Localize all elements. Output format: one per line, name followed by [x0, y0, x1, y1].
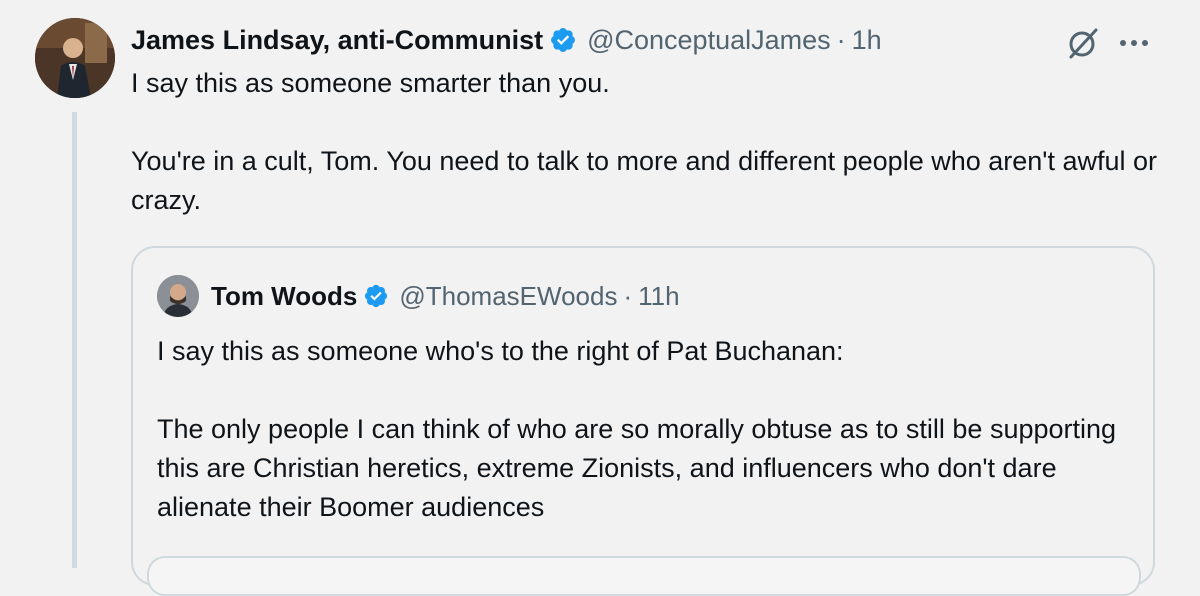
- tweet: James Lindsay, anti-Communist @Conceptua…: [0, 0, 1200, 596]
- quote-header: Tom Woods @ThomasEWoods · 11h: [157, 275, 680, 317]
- post-paragraph: I say this as someone smarter than you.: [131, 68, 610, 98]
- quote-author-avatar: [157, 275, 199, 317]
- quote-paragraph: I say this as someone who's to the right…: [157, 336, 844, 366]
- author-handle[interactable]: @ConceptualJames: [587, 25, 831, 56]
- quote-text: I say this as someone who's to the right…: [157, 332, 1137, 527]
- quote-media-card[interactable]: [147, 556, 1141, 596]
- author-avatar-image: [35, 18, 115, 98]
- separator-dot: ·: [623, 280, 633, 311]
- verified-badge-icon: [549, 26, 577, 54]
- author-avatar[interactable]: [35, 18, 115, 98]
- grok-icon[interactable]: [1066, 26, 1100, 60]
- more-icon[interactable]: [1114, 26, 1154, 60]
- post-paragraph: You're in a cult, Tom. You need to talk …: [131, 146, 1157, 215]
- quote-time: 11h: [638, 280, 680, 311]
- author-name[interactable]: James Lindsay, anti-Communist: [131, 25, 543, 56]
- separator-dot: ·: [836, 24, 846, 55]
- thread-line: [72, 112, 77, 568]
- verified-badge-icon: [363, 283, 389, 309]
- quoted-tweet[interactable]: Tom Woods @ThomasEWoods · 11h I say this…: [131, 246, 1155, 596]
- post-text: I say this as someone smarter than you. …: [131, 64, 1161, 220]
- quote-author-handle: @ThomasEWoods: [399, 280, 618, 311]
- quote-author-name: Tom Woods: [211, 280, 358, 311]
- post-header: James Lindsay, anti-Communist @Conceptua…: [131, 22, 882, 58]
- post-time[interactable]: 1h: [852, 25, 882, 56]
- quote-paragraph: The only people I can think of who are s…: [157, 414, 1117, 522]
